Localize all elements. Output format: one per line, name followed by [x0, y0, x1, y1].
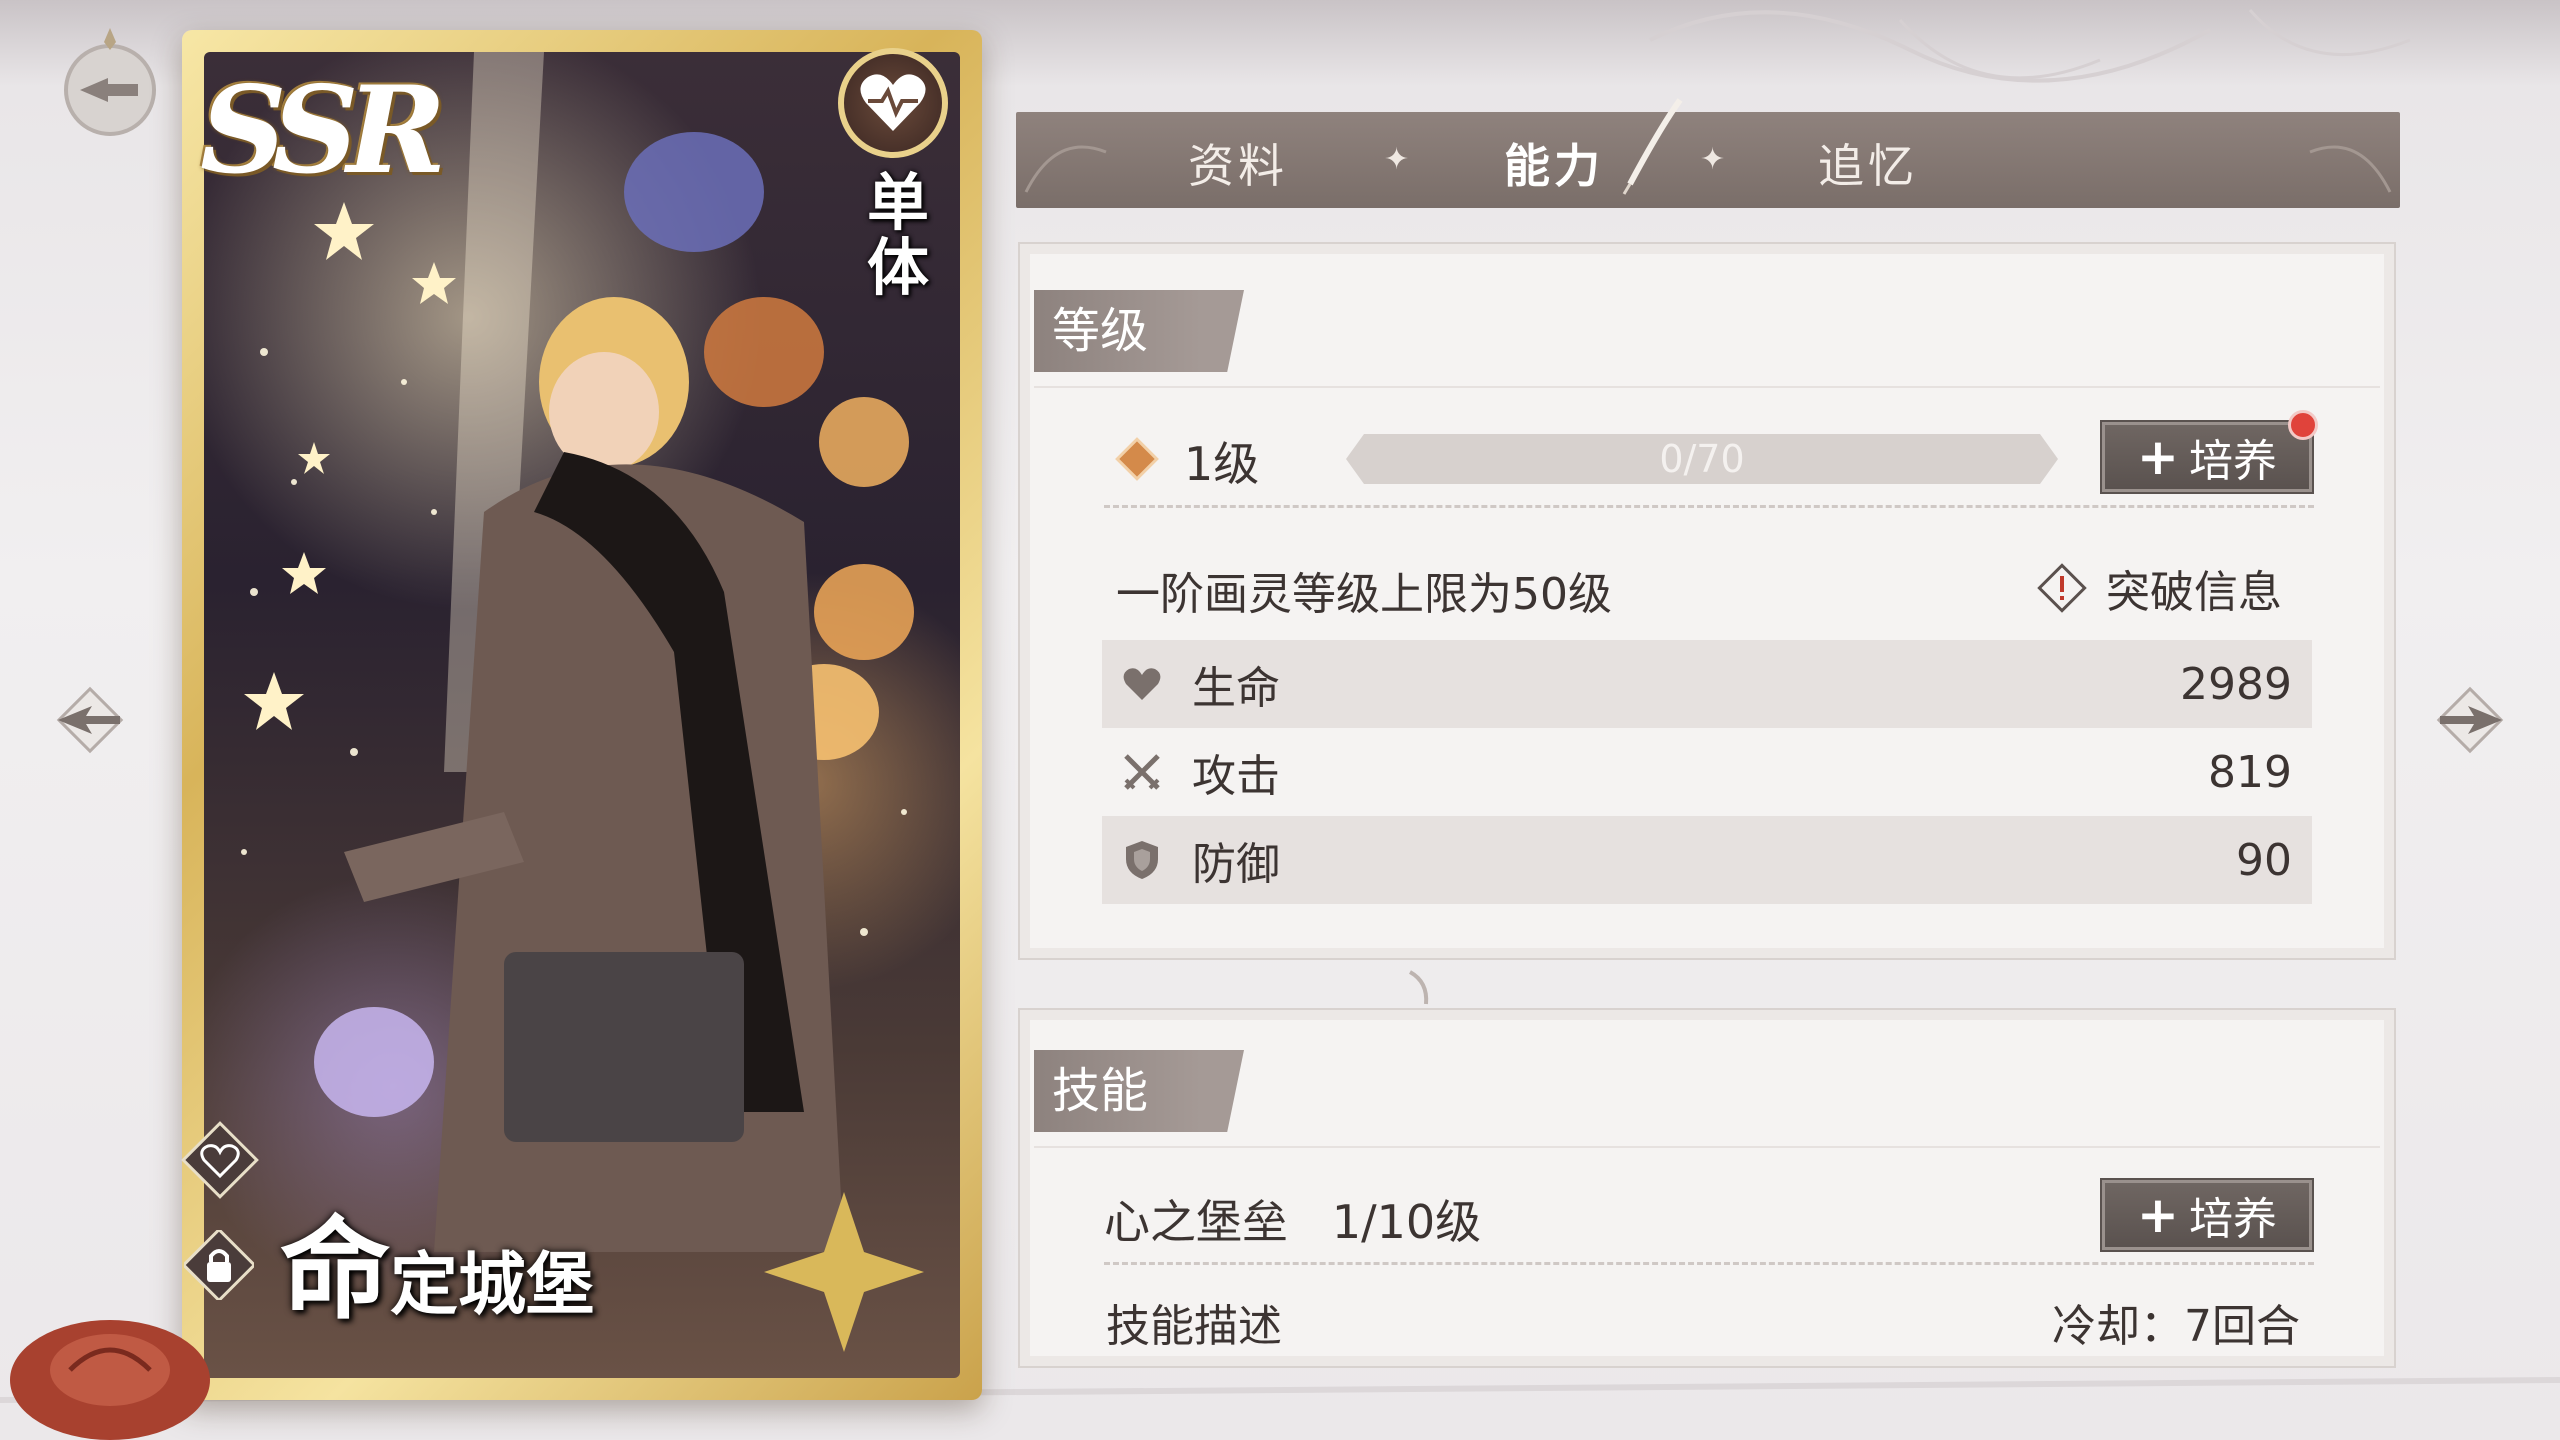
tab-separator-icon: ✦: [1700, 142, 1726, 177]
stat-row-hp: 生命 2989: [1102, 640, 2312, 728]
shield-icon: [1118, 836, 1166, 884]
experience-bar: 0/70: [1346, 434, 2058, 484]
feather-divider-icon: [1408, 970, 1429, 1005]
skill-section-title: 技能: [1034, 1050, 1244, 1132]
previous-card-arrow-icon[interactable]: [40, 680, 140, 760]
divider: [1104, 505, 2314, 508]
skill-cooldown: 冷却：7回合: [2052, 1301, 2300, 1352]
section-band: [1034, 386, 2380, 388]
level-value: 1级: [1184, 437, 1260, 491]
quill-icon: [1622, 98, 1683, 195]
next-card-arrow-icon[interactable]: [2420, 680, 2520, 760]
stat-label: 防御: [1192, 839, 1280, 890]
breakthrough-info-label: 突破信息: [2106, 567, 2282, 618]
level-cap-text: 一阶画灵等级上限为50级: [1116, 569, 1612, 620]
stat-value: 2989: [2180, 658, 2292, 710]
crossed-swords-icon: [1118, 748, 1166, 796]
stat-value: 819: [2208, 746, 2292, 798]
stat-row-attack: 攻击 819: [1102, 728, 2312, 816]
lock-icon[interactable]: [184, 1230, 254, 1300]
plus-icon: +: [2137, 428, 2179, 486]
train-skill-button-label: 培养: [2188, 1194, 2277, 1245]
back-button[interactable]: [50, 20, 170, 140]
divider: [1104, 1262, 2314, 1265]
stat-label: 攻击: [1192, 751, 1280, 802]
skill-name: 心之堡垒: [1104, 1195, 1288, 1249]
tab-ability[interactable]: 能力: [1504, 130, 1604, 196]
back-arrow-icon: [64, 28, 156, 136]
breakthrough-info-link[interactable]: 突破信息: [2036, 556, 2282, 620]
warning-diamond-icon: [2037, 563, 2087, 613]
level-diamond-icon: [1115, 437, 1159, 481]
stats-table: 生命 2989 攻击 819 防御 90: [1102, 640, 2312, 904]
target-type-label: 单体: [866, 166, 929, 305]
card-name: 命定城堡: [280, 1180, 594, 1340]
section-band: [1034, 1146, 2380, 1148]
tab-memories[interactable]: 追忆: [1818, 130, 1918, 196]
experience-text: 0/70: [1659, 437, 1745, 481]
rose-decoration: [10, 1320, 210, 1440]
stat-row-defense: 防御 90: [1102, 816, 2312, 904]
heart-icon: [1118, 660, 1166, 708]
stat-label: 生命: [1192, 663, 1280, 714]
train-level-button[interactable]: + 培养: [2100, 420, 2314, 494]
tab-separator-icon: ✦: [1384, 142, 1410, 177]
heart-pulse-icon: [860, 74, 926, 131]
skill-description-link[interactable]: 技能描述: [1106, 1290, 1282, 1354]
train-level-button-label: 培养: [2188, 436, 2277, 487]
tab-profile[interactable]: 资料: [1188, 130, 1288, 196]
train-skill-button[interactable]: + 培养: [2100, 1178, 2314, 1252]
rarity-label: SSR: [200, 60, 446, 201]
card-name-rest: 定城堡: [390, 1245, 595, 1325]
stat-value: 90: [2236, 834, 2292, 886]
plus-icon: +: [2137, 1186, 2179, 1244]
notification-dot: [2288, 410, 2318, 440]
skill-name-row: 心之堡垒 1/10级: [1104, 1186, 1481, 1252]
skill-level: 1/10级: [1331, 1195, 1482, 1249]
type-badge: [838, 48, 948, 158]
level-section-title: 等级: [1034, 290, 1244, 372]
favorite-heart-icon[interactable]: [180, 1120, 260, 1200]
card-name-first-char: 命: [280, 1205, 390, 1334]
